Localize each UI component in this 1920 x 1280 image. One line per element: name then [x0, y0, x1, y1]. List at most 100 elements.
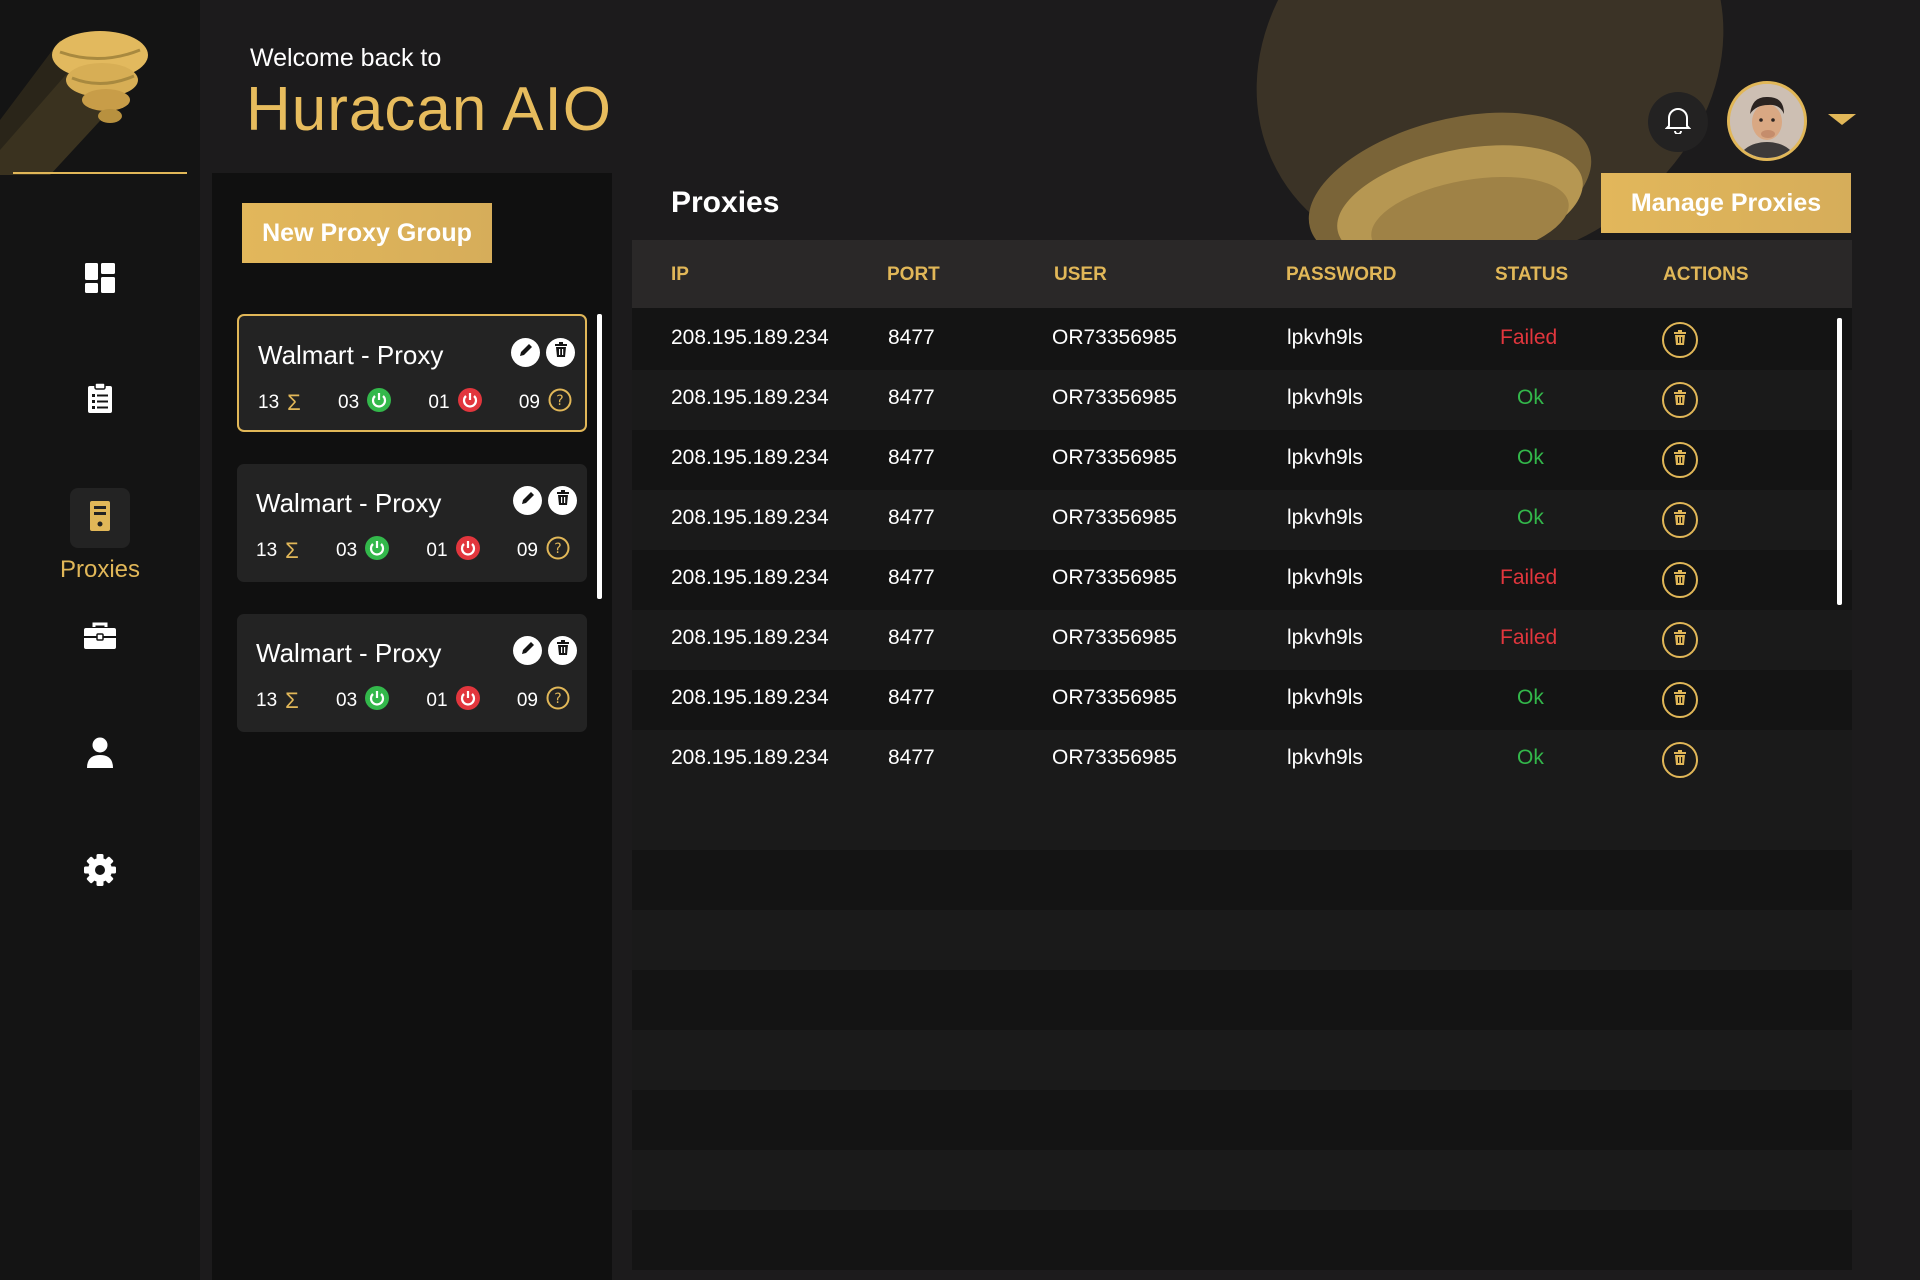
cell-ip: 208.195.189.234	[671, 446, 829, 469]
manage-proxies-button[interactable]: Manage Proxies	[1601, 173, 1851, 233]
new-proxy-group-button[interactable]: New Proxy Group	[242, 203, 492, 263]
cell-port: 8477	[888, 386, 935, 409]
nav-profiles[interactable]	[0, 608, 200, 668]
delete-proxy-button[interactable]	[1662, 502, 1698, 538]
cell-user: OR73356985	[1052, 686, 1177, 709]
question-icon: ?	[548, 388, 572, 418]
cell-ip: 208.195.189.234	[671, 626, 829, 649]
cell-ip: 208.195.189.234	[671, 566, 829, 589]
delete-proxy-button[interactable]	[1662, 322, 1698, 358]
nav-settings[interactable]	[0, 842, 200, 902]
clipboard-icon	[86, 381, 114, 419]
cell-password: lpkvh9ls	[1287, 446, 1363, 469]
delete-proxy-button[interactable]	[1662, 622, 1698, 658]
power-failed-icon	[455, 536, 480, 566]
cell-password: lpkvh9ls	[1287, 386, 1363, 409]
proxy-group-card[interactable]: Walmart - Proxy 13 Σ 03 01 09 ?	[237, 614, 587, 732]
empty-row	[632, 850, 1852, 910]
column-header-ip: IP	[671, 264, 689, 285]
svg-text:?: ?	[554, 541, 561, 557]
cell-status: Ok	[1517, 506, 1544, 529]
question-icon: ?	[546, 686, 570, 716]
nav-label-proxies: Proxies	[59, 556, 141, 583]
failed-count: 01	[428, 392, 450, 413]
groups-scrollbar[interactable]	[597, 314, 602, 599]
nav-dashboard[interactable]	[0, 250, 200, 310]
logo-divider	[13, 172, 187, 174]
svg-text:?: ?	[554, 691, 561, 707]
cell-status: Failed	[1500, 326, 1558, 349]
delete-proxy-button[interactable]	[1662, 442, 1698, 478]
cell-user: OR73356985	[1052, 386, 1177, 409]
total-count: 13	[258, 392, 280, 413]
trash-icon	[1673, 509, 1687, 531]
cell-port: 8477	[888, 326, 935, 349]
trash-icon	[1673, 389, 1687, 411]
delete-proxy-button[interactable]	[1662, 382, 1698, 418]
delete-proxy-button[interactable]	[1662, 562, 1698, 598]
ok-count: 03	[336, 540, 358, 561]
trash-icon	[1673, 329, 1687, 351]
avatar[interactable]	[1727, 81, 1807, 161]
empty-row	[632, 1030, 1852, 1090]
edit-group-button[interactable]	[513, 486, 542, 515]
cell-password: lpkvh9ls	[1287, 506, 1363, 529]
bell-icon	[1664, 106, 1692, 139]
column-header-actions: ACTIONS	[1663, 264, 1749, 285]
delete-proxy-button[interactable]	[1662, 682, 1698, 718]
total-count: 13	[256, 690, 278, 711]
cell-port: 8477	[888, 626, 935, 649]
ok-count: 03	[338, 392, 360, 413]
delete-proxy-button[interactable]	[1662, 742, 1698, 778]
cell-ip: 208.195.189.234	[671, 506, 829, 529]
logo	[0, 0, 200, 175]
trash-icon	[556, 640, 570, 661]
notifications-button[interactable]	[1648, 92, 1708, 152]
delete-group-button[interactable]	[548, 636, 577, 665]
sidebar: Proxies	[0, 0, 200, 1280]
power-failed-icon	[455, 686, 480, 716]
pencil-icon	[518, 342, 534, 363]
trash-icon	[556, 490, 570, 511]
pencil-icon	[520, 490, 536, 511]
delete-group-button[interactable]	[546, 338, 575, 367]
cell-status: Ok	[1517, 446, 1544, 469]
nav-proxies[interactable]: Proxies	[0, 488, 200, 584]
proxy-group-card[interactable]: Walmart - Proxy 13 Σ 03 01 09 ?	[237, 464, 587, 582]
power-ok-icon	[365, 536, 390, 566]
trash-icon	[1673, 449, 1687, 471]
cell-port: 8477	[888, 506, 935, 529]
nav-tasks[interactable]	[0, 370, 200, 430]
group-title: Walmart - Proxy	[256, 488, 442, 518]
failed-count: 01	[426, 540, 448, 561]
table-row: 208.195.189.234 8477 OR73356985 lpkvh9ls Ok	[632, 670, 1852, 730]
cell-port: 8477	[888, 686, 935, 709]
table-header: IP PORT USER PASSWORD STATUS ACTIONS	[632, 240, 1852, 308]
cell-ip: 208.195.189.234	[671, 686, 829, 709]
account-dropdown-caret[interactable]	[1828, 114, 1856, 125]
cell-password: lpkvh9ls	[1287, 326, 1363, 349]
unknown-count: 09	[516, 540, 538, 561]
edit-group-button[interactable]	[513, 636, 542, 665]
cell-ip: 208.195.189.234	[671, 746, 829, 769]
power-ok-icon	[367, 388, 392, 418]
table-row: 208.195.189.234 8477 OR73356985 lpkvh9ls Fai…	[632, 550, 1852, 610]
trash-icon	[1673, 689, 1687, 711]
svg-text:?: ?	[556, 393, 563, 409]
table-row: 208.195.189.234 8477 OR73356985 lpkvh9ls Ok	[632, 370, 1852, 430]
unknown-count: 09	[518, 392, 540, 413]
column-header-user: USER	[1054, 264, 1107, 285]
cell-user: OR73356985	[1052, 626, 1177, 649]
proxy-group-card[interactable]: Walmart - Proxy 13 Σ 03 01 09 ?	[237, 314, 587, 432]
table-scrollbar[interactable]	[1837, 318, 1842, 605]
delete-group-button[interactable]	[548, 486, 577, 515]
table-row: 208.195.189.234 8477 OR73356985 lpkvh9ls Ok	[632, 490, 1852, 550]
welcome-text: Welcome back to	[250, 44, 442, 72]
cell-port: 8477	[888, 746, 935, 769]
sigma-icon: Σ	[285, 538, 299, 563]
column-header-password: PASSWORD	[1286, 264, 1397, 285]
nav-accounts[interactable]	[0, 725, 200, 785]
edit-group-button[interactable]	[511, 338, 540, 367]
table-row: 208.195.189.234 8477 OR73356985 lpkvh9ls Ok	[632, 430, 1852, 490]
cell-status: Failed	[1500, 626, 1558, 649]
